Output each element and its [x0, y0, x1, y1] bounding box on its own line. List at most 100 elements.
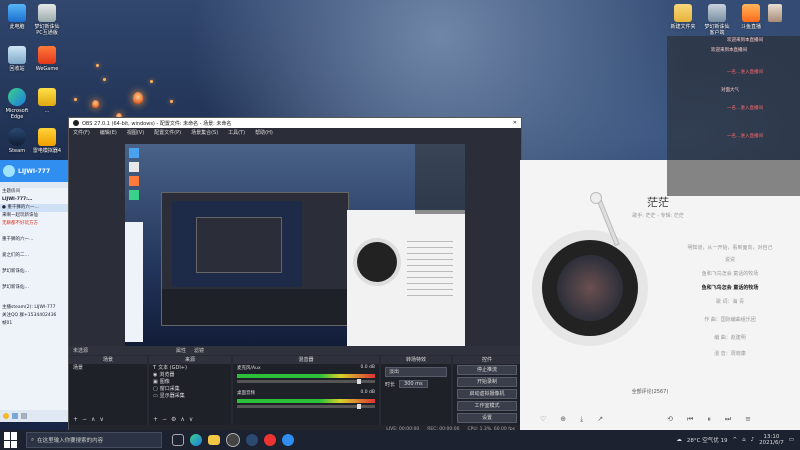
virtual-camera-button[interactable]: 启动虚拟摄像机	[457, 389, 517, 399]
avatar[interactable]	[768, 4, 782, 22]
song-subtitle: 歌手: 茫茫 - 专辑: 茫茫	[632, 213, 684, 219]
menu-tools[interactable]: 工具(T)	[228, 129, 245, 136]
album-cover	[557, 255, 623, 321]
edge-icon[interactable]	[190, 434, 202, 446]
weather-icon[interactable]: ☁	[676, 437, 682, 443]
desktop-icon-label: 此电脑	[9, 24, 25, 30]
close-icon[interactable]: ✕	[513, 120, 517, 126]
clock-date: 2021/6/7	[759, 440, 784, 446]
source-item[interactable]: ▭ 显示器采集	[149, 392, 231, 400]
obs-menubar: 文件(F) 编辑(E) 视图(V) 配置文件(P) 场景集合(S) 工具(T) …	[69, 128, 521, 137]
scene-item[interactable]: 场景	[69, 364, 147, 371]
chat-line: 来啊一起玩新诛仙	[2, 213, 38, 218]
desktop-icon-ldplayer[interactable]: 雷电模拟器4	[30, 128, 64, 154]
studio-mode-button[interactable]: 工作室模式	[457, 401, 517, 411]
desktop-icon-game[interactable]: 梦幻新诛仙 PC互通版	[30, 4, 64, 36]
image-icon[interactable]	[12, 413, 18, 419]
menu-edit[interactable]: 编辑(E)	[100, 129, 117, 136]
menu-view[interactable]: 视图(V)	[127, 129, 144, 136]
desktop-icon-label: 梦幻新诛仙 PC互通版	[34, 24, 60, 36]
comments-link[interactable]: 全部评论(2567)	[600, 388, 700, 395]
lantern	[170, 100, 173, 103]
start-recording-button[interactable]: 开始录制	[457, 377, 517, 387]
chat-line: LIJWI-777:…	[2, 197, 33, 202]
desktop-icon-this-pc[interactable]: 此电脑	[0, 4, 34, 30]
windows-start-icon[interactable]	[4, 432, 20, 448]
desktop-icon-edge[interactable]: Microsoft Edge	[0, 88, 34, 120]
controls-dock-title: 控件	[453, 356, 521, 364]
obs-window: OBS 27.0.1 (64-bit, windows) - 配置文件: 未命名…	[68, 117, 525, 435]
source-item[interactable]: ▣ 图像	[149, 378, 231, 386]
playlist-icon[interactable]: ≡	[745, 415, 751, 423]
task-view-icon[interactable]	[172, 434, 184, 446]
next-icon[interactable]: ⏭	[725, 415, 731, 424]
recycle-bin-icon	[8, 46, 26, 64]
volume-slider[interactable]	[237, 404, 375, 409]
collect-icon[interactable]: ⊕	[560, 415, 566, 423]
volume-meter	[237, 374, 375, 378]
properties-button[interactable]: 属性	[176, 347, 186, 354]
transitions-dock-title: 转场特效	[381, 356, 451, 364]
loop-icon[interactable]: ⟲	[667, 415, 673, 423]
desktop-icon-app[interactable]: …	[30, 88, 64, 114]
netease-music-icon[interactable]	[264, 434, 276, 446]
transition-select[interactable]: 淡出	[385, 367, 447, 377]
mixer-dock: 混音器 麦克风/Aux 0.0 dB 桌面音频 0.0 dB	[233, 356, 379, 425]
source-item[interactable]: ▢ 窗口采集	[149, 385, 231, 393]
chat-input-bar[interactable]	[0, 410, 71, 422]
qq-icon[interactable]	[282, 434, 294, 446]
source-item[interactable]: ◉ 浏览器	[149, 371, 231, 379]
chat-line: ● 重千狮的六一…	[0, 204, 68, 212]
desktop-icon-folder[interactable]: 新建文件夹	[666, 4, 700, 30]
lyric-line: 编 曲：赵建明	[714, 335, 746, 341]
network-icon[interactable]: ⌂	[742, 437, 746, 443]
obs-icon[interactable]	[226, 433, 240, 447]
download-icon[interactable]: ⤓	[580, 415, 583, 424]
obs-preview[interactable]	[125, 144, 465, 354]
source-item[interactable]: T 文本 (GDI+)	[149, 364, 231, 372]
share-icon[interactable]: ↗	[597, 415, 603, 423]
sources-dock: 来源 T 文本 (GDI+) ◉ 浏览器 ▣ 图像 ▢ 窗口采集 ▭ 显示器采集 +−⚙∧…	[149, 356, 231, 425]
scene-controls[interactable]: +−∧∨	[73, 416, 108, 423]
like-icon[interactable]: ♡	[540, 415, 546, 423]
controls-dock: 控件 停止推流 开始录制 启动虚拟摄像机 工作室模式 设置 退出	[453, 356, 521, 435]
file-explorer-icon[interactable]	[208, 435, 220, 445]
emoji-icon[interactable]	[3, 413, 9, 419]
desktop-icon-douyu[interactable]: 斗鱼直播	[734, 4, 768, 30]
settings-button[interactable]: 设置	[457, 413, 517, 423]
lyric-line: 鱼和飞鸟怎会 童话的牧场	[701, 271, 759, 277]
desktop-icon-client[interactable]: 梦幻新诛仙 客户端	[700, 4, 734, 36]
duration-input[interactable]: 300 ms	[399, 380, 428, 388]
desktop-icon-label: 雷电模拟器4	[32, 148, 62, 154]
desktop-icon-wegame[interactable]: WeGame	[30, 46, 64, 72]
volume-icon[interactable]: ♪	[751, 437, 755, 443]
steam-icon[interactable]	[246, 434, 258, 446]
player-controls: ♡ ⊕ ⤓ ↗ ⟲ ⏮ ⏸ ⏭ ≡	[520, 410, 800, 428]
stop-streaming-button[interactable]: 停止推流	[457, 365, 517, 375]
menu-help[interactable]: 帮助(H)	[255, 129, 273, 136]
taskbar-search[interactable]: ⌕ 在这里输入你要搜索的内容	[26, 432, 162, 448]
chat-line: 梦幻新诛仙…	[2, 285, 29, 290]
clock[interactable]: 13:10 2021/6/7	[759, 434, 784, 446]
menu-profile[interactable]: 配置文件(P)	[154, 129, 181, 136]
notification-icon[interactable]: ▭	[789, 437, 794, 443]
desktop-icon-steam[interactable]: Steam	[0, 128, 34, 154]
menu-scene-collection[interactable]: 场景集合(S)	[191, 129, 218, 136]
pause-icon[interactable]: ⏸	[707, 415, 711, 424]
prev-icon[interactable]: ⏮	[687, 415, 693, 424]
desktop-icon-recycle-bin[interactable]: 回收站	[0, 46, 34, 72]
volume-slider[interactable]	[237, 379, 375, 384]
source-controls[interactable]: +−⚙∧∨	[153, 416, 197, 423]
computer-icon	[8, 4, 26, 22]
song-title: 茫茫	[647, 196, 669, 209]
weather-text[interactable]: 28°C 空气优 19	[687, 436, 728, 444]
lyric-line: 说说	[724, 257, 735, 263]
file-icon[interactable]	[21, 413, 27, 419]
filters-button[interactable]: 滤镜	[194, 347, 204, 354]
obs-logo-icon	[73, 120, 79, 126]
steam-icon	[8, 128, 26, 146]
mixer-channel-name: 桌面音频	[237, 391, 255, 396]
chevron-up-icon[interactable]: ^	[732, 437, 737, 443]
menu-file[interactable]: 文件(F)	[73, 129, 90, 136]
desktop-icon-label: WeGame	[35, 66, 59, 72]
